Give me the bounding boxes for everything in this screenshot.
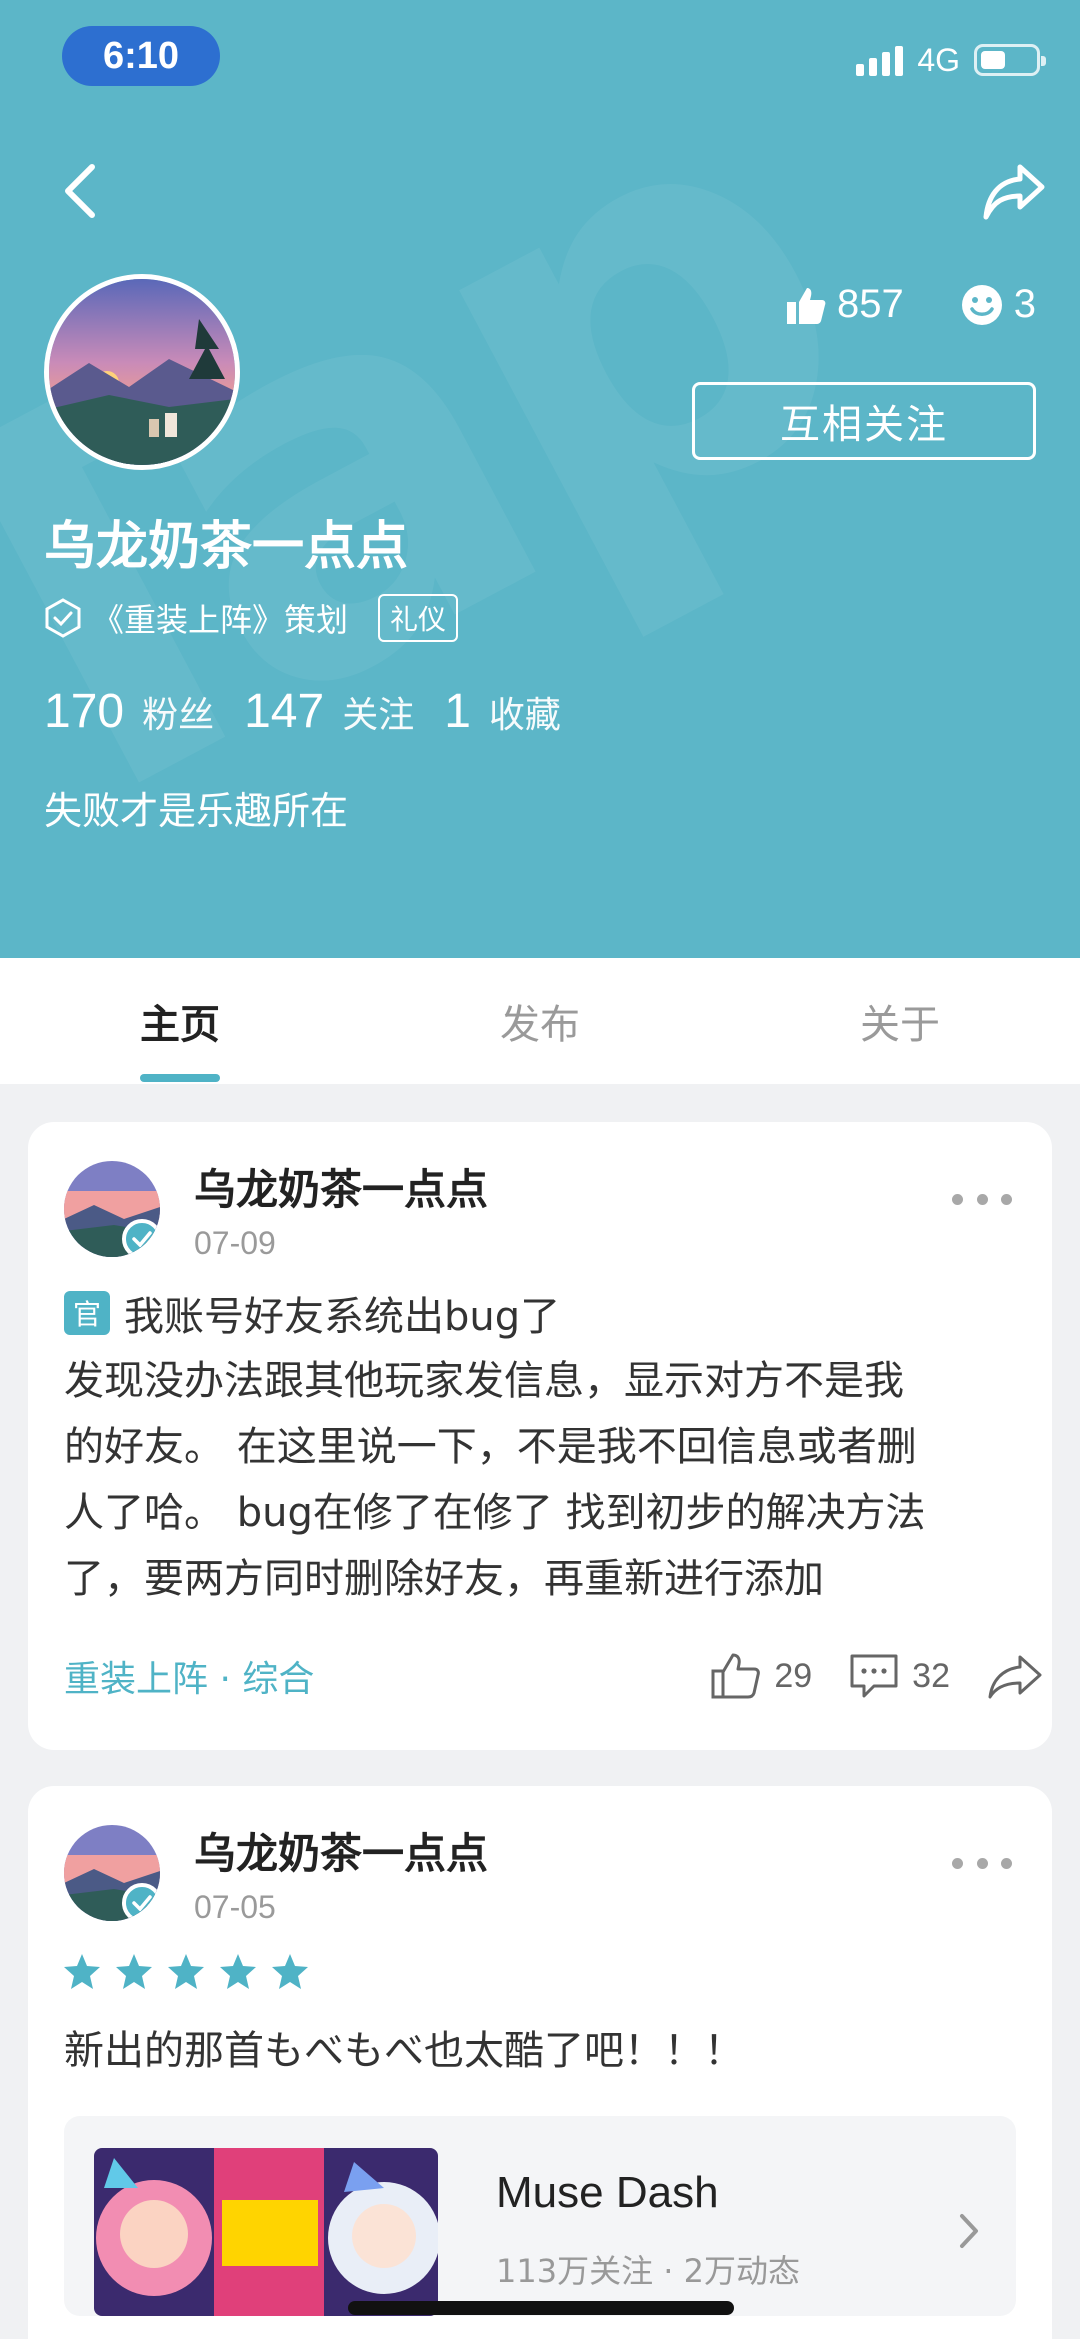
network-type: 4G <box>917 41 960 78</box>
tab-posts[interactable]: 发布 <box>360 958 720 1084</box>
status-bar-right: 4G <box>856 40 1046 80</box>
profile-bio: 失败才是乐趣所在 <box>44 789 349 833</box>
comment-button[interactable]: 32 <box>848 1652 950 1700</box>
author-avatar[interactable] <box>64 1161 160 1257</box>
like-count: 29 <box>774 1656 813 1695</box>
likes-stat: 857 <box>785 282 904 327</box>
chevron-left-icon <box>65 164 95 218</box>
post-date: 07-09 <box>194 1225 276 1261</box>
rating-stars <box>62 1952 310 1992</box>
author-avatar[interactable] <box>64 1825 160 1921</box>
post-footer: 重装上阵 · 综合 29 32 <box>64 1646 1044 1706</box>
star-icon <box>220 1954 256 1989</box>
post-title[interactable]: 官 我账号好友系统出bug了 <box>64 1284 560 1342</box>
review-text[interactable]: 新出的那首もべもべ也太酷了吧！！！ <box>64 2018 744 2076</box>
tab-home[interactable]: 主页 <box>0 958 360 1084</box>
signal-icon <box>856 44 904 76</box>
favorites-label[interactable]: 收藏 <box>489 686 561 738</box>
profile-avatar[interactable] <box>44 274 240 470</box>
favorites-count[interactable]: 1 <box>444 684 471 739</box>
post-date: 07-05 <box>194 1889 276 1925</box>
share-arrow-icon <box>983 164 1045 220</box>
following-count[interactable]: 147 <box>244 684 324 739</box>
more-options-button[interactable] <box>952 1848 1012 1878</box>
share-post-button[interactable] <box>986 1653 1044 1699</box>
emoji-stat: 3 <box>960 282 1036 327</box>
like-button[interactable]: 29 <box>710 1651 812 1701</box>
battery-icon <box>974 44 1046 76</box>
star-icon <box>272 1954 308 1989</box>
role-row: 《重装上阵》策划 礼仪 <box>44 594 459 642</box>
back-button[interactable] <box>50 156 110 226</box>
post-title-text: 我账号好友系统出bug了 <box>124 1294 561 1340</box>
game-link-card[interactable]: Muse Dash 113万关注 · 2万动态 <box>64 2116 1016 2316</box>
fans-count[interactable]: 170 <box>44 684 124 739</box>
verified-badge-icon <box>122 1219 160 1257</box>
post-body[interactable]: 发现没办法跟其他玩家发信息，显示对方不是我 的好友。 在这里说一下，不是我不回信… <box>64 1348 1024 1612</box>
profile-header: Tap 6:10 4G 857 3 互相关注 乌龙奶茶一点点 《重装上阵》策划 … <box>0 0 1080 958</box>
profile-username: 乌龙奶茶一点点 <box>44 517 409 577</box>
post-author-name[interactable]: 乌龙奶茶一点点 <box>194 1820 488 1881</box>
verified-shield-icon <box>45 598 81 638</box>
emoji-count: 3 <box>1013 282 1036 326</box>
post-forum-tag[interactable]: 重装上阵 · 综合 <box>64 1650 314 1702</box>
thumbs-up-icon <box>711 1653 761 1699</box>
comment-count: 32 <box>912 1656 950 1695</box>
post-author-name[interactable]: 乌龙奶茶一点点 <box>194 1156 488 1217</box>
game-name: Muse Dash <box>496 2168 719 2217</box>
role-text: 《重装上阵》策划 <box>92 601 349 639</box>
profile-tabs: 主页 发布 关于 <box>0 958 1080 1084</box>
avatar-landscape-image <box>49 279 235 465</box>
chevron-right-icon <box>960 2214 978 2248</box>
post-header: 乌龙奶茶一点点 07-09 <box>64 1156 488 1262</box>
verified-badge-icon <box>122 1883 160 1921</box>
game-meta: 113万关注 · 2万动态 <box>496 2252 800 2290</box>
post-card[interactable]: 乌龙奶茶一点点 07-09 官 我账号好友系统出bug了 发现没办法跟其他玩家发… <box>28 1122 1052 1750</box>
profile-top-stats: 857 3 <box>785 282 1036 327</box>
fans-label[interactable]: 粉丝 <box>142 686 214 738</box>
smiley-icon <box>961 284 1002 325</box>
profile-counts: 170 粉丝 147 关注 1 收藏 <box>44 684 591 739</box>
status-time: 6:10 <box>62 26 220 86</box>
comment-icon <box>850 1654 898 1698</box>
post-header: 乌龙奶茶一点点 07-05 <box>64 1820 488 1926</box>
star-icon <box>116 1954 152 1989</box>
review-card[interactable]: 乌龙奶茶一点点 07-05 新出的那首もべもべ也太酷了吧！！！ Muse Das… <box>28 1786 1052 2339</box>
share-button[interactable] <box>974 152 1054 232</box>
post-body-line: 了，要两方同时删除好友，再重新进行添加 <box>64 1556 824 1602</box>
active-tab-indicator <box>140 1074 220 1082</box>
post-actions: 29 32 <box>710 1651 1044 1701</box>
game-cover-image <box>94 2148 438 2316</box>
post-body-line: 人了哈。 bug在修了在修了 找到初步的解决方法 <box>64 1490 926 1536</box>
thumbs-up-filled-icon <box>787 287 826 324</box>
tab-about[interactable]: 关于 <box>720 958 1080 1084</box>
star-icon <box>168 1954 204 1989</box>
likes-count: 857 <box>837 282 904 326</box>
home-indicator[interactable] <box>348 2301 734 2315</box>
post-body-line: 发现没办法跟其他玩家发信息，显示对方不是我 <box>64 1358 904 1404</box>
post-body-line: 的好友。 在这里说一下，不是我不回信息或者删 <box>64 1424 917 1470</box>
more-options-button[interactable] <box>952 1184 1012 1214</box>
mutual-follow-button[interactable]: 互相关注 <box>692 382 1036 460</box>
share-arrow-icon <box>988 1655 1042 1699</box>
star-icon <box>64 1954 100 1989</box>
following-label[interactable]: 关注 <box>342 686 414 738</box>
role-badge: 礼仪 <box>378 594 459 642</box>
official-badge: 官 <box>64 1291 110 1335</box>
